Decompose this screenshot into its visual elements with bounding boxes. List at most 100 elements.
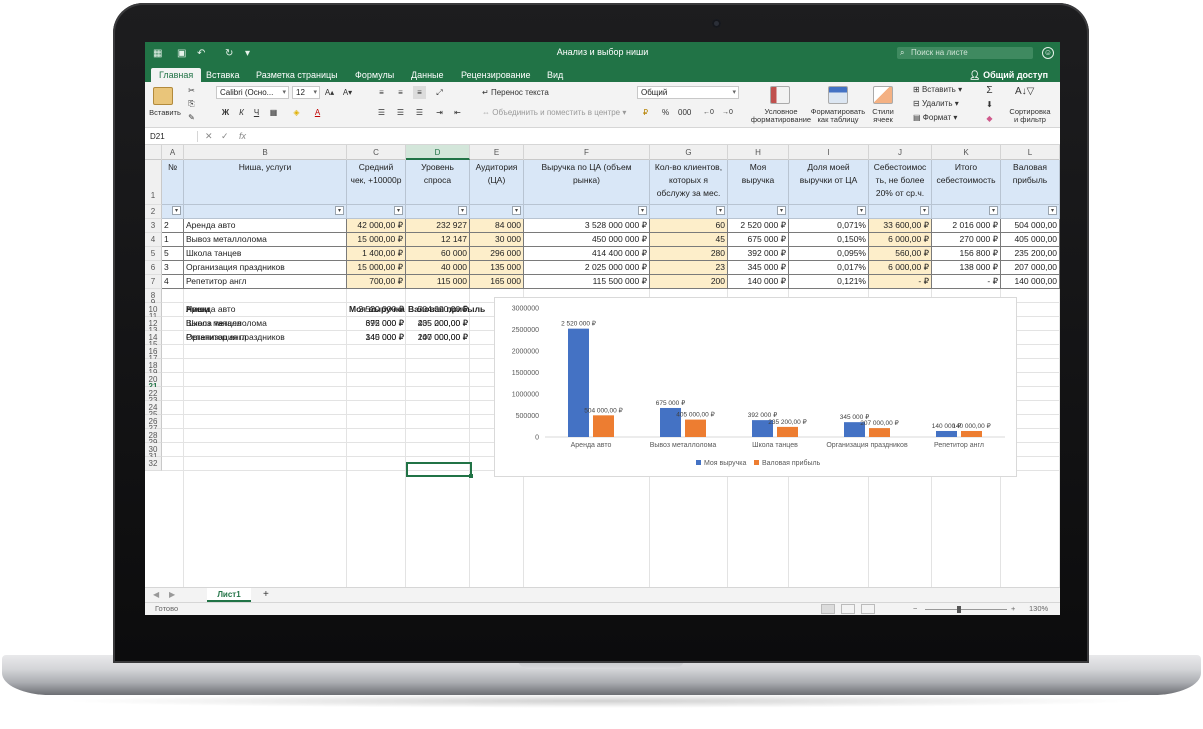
clear-icon[interactable]: ◆ (983, 112, 996, 125)
table-cell[interactable]: 15 000,00 ₽ (347, 233, 406, 247)
table-cell[interactable]: 2 (162, 219, 184, 233)
increase-decimal-icon[interactable]: ←0 (702, 106, 715, 119)
table-cell[interactable]: 560,00 ₽ (869, 247, 932, 261)
table-cell[interactable]: 140 000 ₽ (728, 275, 789, 289)
filter-dropdown-icon[interactable]: ▾ (920, 206, 929, 215)
paste-label[interactable]: Вставить (147, 109, 183, 117)
table-cell[interactable]: Репетитор англ (184, 275, 347, 289)
filter-dropdown-icon[interactable]: ▾ (458, 206, 467, 215)
table-cell[interactable]: 232 927 (406, 219, 470, 233)
table-cell[interactable]: 392 000 ₽ (728, 247, 789, 261)
select-all-corner[interactable] (145, 145, 162, 160)
sheet-tab-active[interactable]: Лист1 (207, 588, 251, 602)
table-cell[interactable]: 450 000 000 ₽ (524, 233, 650, 247)
format-painter-icon[interactable]: ✎ (185, 111, 198, 124)
table-cell[interactable]: 296 000 (470, 247, 524, 261)
align-left-icon[interactable]: ☰ (375, 106, 388, 119)
row-header[interactable]: 1 (145, 160, 162, 205)
tab-data[interactable]: Данные (411, 68, 444, 82)
next-sheet-icon[interactable]: ▶ (169, 590, 175, 599)
summary-cell[interactable]: Школа танцев (184, 317, 347, 329)
table-cell[interactable]: 700,00 ₽ (347, 275, 406, 289)
table-cell[interactable]: 60 000 (406, 247, 470, 261)
table-cell[interactable]: 33 600,00 ₽ (869, 219, 932, 233)
summary-cell[interactable]: 140 000 ₽ (347, 331, 406, 343)
zoom-in-icon[interactable]: + (1011, 603, 1015, 615)
table-cell[interactable]: 0,017% (789, 261, 869, 275)
format-table-label[interactable]: Форматировать как таблицу (805, 108, 871, 124)
summary-cell[interactable]: 235 200,00 ₽ (406, 317, 470, 329)
thousands-icon[interactable]: 000 (678, 106, 691, 119)
table-header-cell[interactable]: Итого себестоимость (932, 160, 1001, 205)
table-cell[interactable]: 207 000,00 (1001, 261, 1060, 275)
table-header-cell[interactable]: Кол-во клиентов, которых я обслужу за мес. (650, 160, 728, 205)
page-break-view-icon[interactable] (861, 604, 875, 614)
cancel-icon[interactable]: ✕ (205, 130, 213, 143)
summary-cell[interactable]: 504 000,00 ₽ (406, 303, 470, 315)
table-cell[interactable]: 3 (162, 261, 184, 275)
row-header[interactable]: 5 (145, 247, 162, 261)
column-header[interactable]: E (470, 145, 524, 160)
borders-icon[interactable]: ▦ (267, 106, 280, 119)
table-cell[interactable]: 3 528 000 000 ₽ (524, 219, 650, 233)
table-cell[interactable]: 0,071% (789, 219, 869, 233)
table-cell[interactable]: 345 000 ₽ (728, 261, 789, 275)
italic-button[interactable]: К (235, 106, 248, 119)
column-header[interactable]: H (728, 145, 789, 160)
column-header[interactable]: J (869, 145, 932, 160)
table-cell[interactable]: 4 (162, 275, 184, 289)
filter-dropdown-icon[interactable]: ▾ (512, 206, 521, 215)
summary-cell[interactable]: Репетитор англ (184, 331, 347, 343)
table-cell[interactable]: 6 000,00 ₽ (869, 233, 932, 247)
align-top-icon[interactable]: ≡ (375, 86, 388, 99)
sort-filter-label[interactable]: Сортировка и фильтр (1001, 108, 1059, 124)
table-header-cell[interactable]: Средний чек, +10000р (347, 160, 406, 205)
font-color-icon[interactable]: A (311, 106, 324, 119)
table-cell[interactable]: 30 000 (470, 233, 524, 247)
align-middle-icon[interactable]: ≡ (394, 86, 407, 99)
add-sheet-button[interactable]: + (263, 589, 269, 600)
table-cell[interactable]: 135 000 (470, 261, 524, 275)
feedback-icon[interactable]: ☺ (1042, 47, 1054, 59)
table-cell[interactable]: 165 000 (470, 275, 524, 289)
row-header[interactable]: 4 (145, 233, 162, 247)
share-button[interactable]: 👤︎ Общий доступ (969, 68, 1048, 82)
row-header[interactable]: 32 (145, 457, 162, 471)
summary-cell[interactable]: 2 520 000 ₽ (347, 303, 406, 315)
table-cell[interactable]: 15 000,00 ₽ (347, 261, 406, 275)
row-header[interactable]: 2 (145, 205, 162, 219)
indent-icon[interactable]: ⇥ (433, 106, 446, 119)
table-cell[interactable]: Организация праздников (184, 261, 347, 275)
summary-cell[interactable]: 392 000 ₽ (347, 317, 406, 329)
underline-button[interactable]: Ч (250, 106, 263, 119)
table-cell[interactable]: 1 (162, 233, 184, 247)
page-layout-view-icon[interactable] (841, 604, 855, 614)
table-cell[interactable]: 6 000,00 ₽ (869, 261, 932, 275)
table-cell[interactable]: 84 000 (470, 219, 524, 233)
bar-chart[interactable]: 0 500000 1000000 1500000 2000000 2500000 30000… (494, 297, 1017, 477)
column-header[interactable]: A (162, 145, 184, 160)
tab-review[interactable]: Рецензирование (461, 68, 531, 82)
table-cell[interactable]: 138 000 ₽ (932, 261, 1001, 275)
table-cell[interactable]: Вывоз металлолома (184, 233, 347, 247)
font-name-select[interactable]: Calibri (Осно... ▾ (216, 86, 289, 99)
summary-cell[interactable]: Аренда авто (184, 303, 347, 315)
table-cell[interactable]: 235 200,00 (1001, 247, 1060, 261)
table-cell[interactable]: 675 000 ₽ (728, 233, 789, 247)
align-center-icon[interactable]: ☰ (394, 106, 407, 119)
table-cell[interactable]: 2 520 000 ₽ (728, 219, 789, 233)
table-cell[interactable]: Аренда авто (184, 219, 347, 233)
filter-dropdown-icon[interactable]: ▾ (335, 206, 344, 215)
column-header[interactable]: G (650, 145, 728, 160)
sort-filter-icon[interactable]: A↓▽ (1015, 85, 1034, 98)
table-cell[interactable]: 414 400 000 ₽ (524, 247, 650, 261)
table-header-cell[interactable]: Доля моей выручки от ЦА (789, 160, 869, 205)
font-size-select[interactable]: 12 ▾ (292, 86, 320, 99)
grow-font-icon[interactable]: A▴ (323, 86, 336, 99)
orientation-icon[interactable]: ⤢ (433, 86, 446, 99)
table-cell[interactable]: 42 000,00 ₽ (347, 219, 406, 233)
tab-view[interactable]: Вид (547, 68, 563, 82)
prev-sheet-icon[interactable]: ◀ (153, 590, 159, 599)
table-cell[interactable]: 0,095% (789, 247, 869, 261)
table-cell[interactable]: 280 (650, 247, 728, 261)
